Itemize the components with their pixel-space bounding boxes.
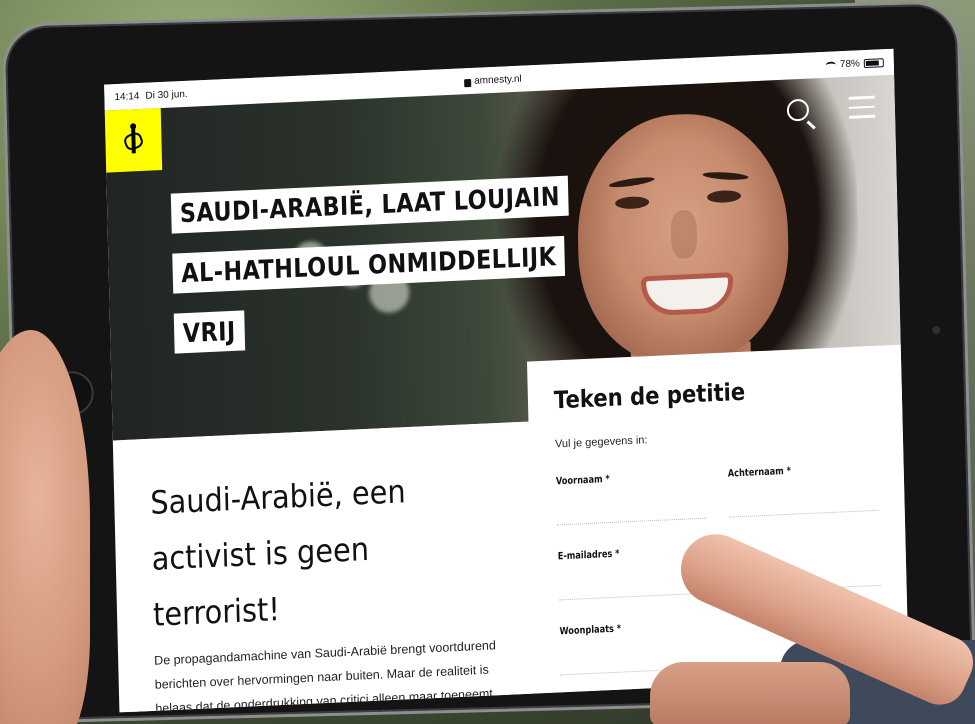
- portrait-nose: [670, 209, 698, 259]
- wifi-icon: [825, 60, 836, 69]
- portrait-eye: [706, 189, 742, 204]
- last-name-label: Achternaam *: [727, 465, 792, 480]
- article-intro: De propagandamachine van Saudi-Arabië br…: [154, 638, 497, 713]
- first-name-label: Voornaam *: [555, 473, 610, 488]
- menu-icon[interactable]: [848, 95, 876, 119]
- portrait-smile: [640, 272, 734, 317]
- petition-title: Teken de petitie: [553, 377, 746, 415]
- status-date: Di 30 jun.: [145, 88, 188, 102]
- lock-icon: [464, 78, 472, 87]
- portrait-brow: [608, 175, 655, 190]
- first-name-field: Voornaam *: [556, 470, 707, 526]
- last-name-field: Achternaam *: [728, 462, 879, 518]
- hero-headline-line-3: VRIJ: [173, 310, 245, 354]
- tablet-camera: [932, 325, 941, 335]
- article-section: Saudi-Arabië, een activist is geen terro…: [126, 421, 534, 713]
- petition-subtitle: Vul je gegevens in:: [554, 434, 648, 451]
- article-title: Saudi-Arabië, een activist is geen terro…: [149, 472, 407, 634]
- last-name-input[interactable]: [728, 478, 879, 518]
- address-bar[interactable]: amnesty.nl: [464, 74, 522, 88]
- battery-icon: [863, 57, 884, 68]
- portrait-face: [575, 109, 792, 370]
- portrait-brow: [702, 171, 749, 181]
- amnesty-candle-icon: [122, 122, 145, 158]
- status-time: 14:14: [114, 90, 140, 103]
- amnesty-logo[interactable]: [104, 108, 163, 173]
- right-thumb: [650, 662, 850, 724]
- portrait-eye: [615, 195, 650, 210]
- address-url: amnesty.nl: [474, 73, 522, 87]
- battery-percent: 78%: [839, 57, 860, 70]
- first-name-input[interactable]: [556, 486, 707, 526]
